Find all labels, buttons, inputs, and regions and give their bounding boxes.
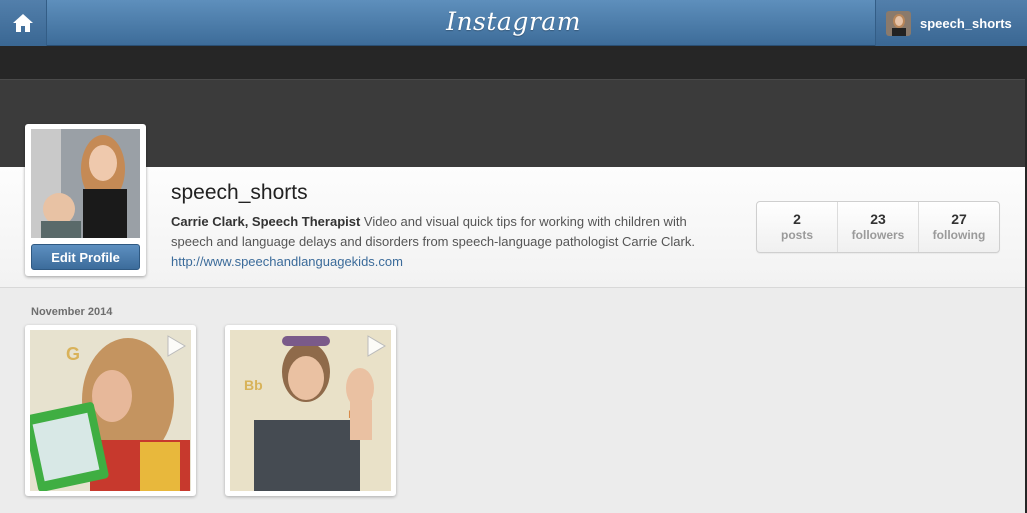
stat-following[interactable]: 27 following <box>919 202 999 252</box>
post-thumbnail[interactable]: Bb m <box>225 325 396 496</box>
profile-avatar-card: Edit Profile <box>25 124 146 276</box>
avatar <box>886 10 911 36</box>
svg-text:G: G <box>66 344 80 364</box>
profile-stats: 2 posts 23 followers 27 following <box>756 201 1000 253</box>
profile-website-link[interactable]: http://www.speechandlanguagekids.com <box>171 254 403 269</box>
stat-label: followers <box>851 228 905 242</box>
stat-value: 27 <box>951 211 967 227</box>
play-icon <box>367 335 386 357</box>
profile-username: speech_shorts <box>171 181 308 204</box>
user-menu[interactable]: speech_shorts <box>875 0 1027 46</box>
stat-label: posts <box>780 228 813 242</box>
nav-username: speech_shorts <box>920 15 1012 31</box>
profile-picture <box>31 129 140 238</box>
stat-value: 2 <box>793 211 801 227</box>
month-heading: November 2014 <box>31 306 113 318</box>
profile-full-name: Carrie Clark, Speech Therapist <box>171 214 361 229</box>
edit-profile-button[interactable]: Edit Profile <box>31 244 140 270</box>
stat-posts[interactable]: 2 posts <box>757 202 838 252</box>
stat-label: following <box>932 228 986 242</box>
stat-value: 23 <box>870 211 886 227</box>
post-thumbnail[interactable]: G <box>25 325 196 496</box>
profile-bio: Carrie Clark, Speech Therapist Video and… <box>171 212 726 272</box>
top-navigation-bar: Instagram speech_shorts <box>0 0 1027 46</box>
stat-followers[interactable]: 23 followers <box>838 202 919 252</box>
play-icon <box>167 335 186 357</box>
instagram-logo[interactable]: Instagram <box>0 7 1027 36</box>
profile-header-band <box>0 79 1025 167</box>
svg-text:Bb: Bb <box>244 377 263 393</box>
